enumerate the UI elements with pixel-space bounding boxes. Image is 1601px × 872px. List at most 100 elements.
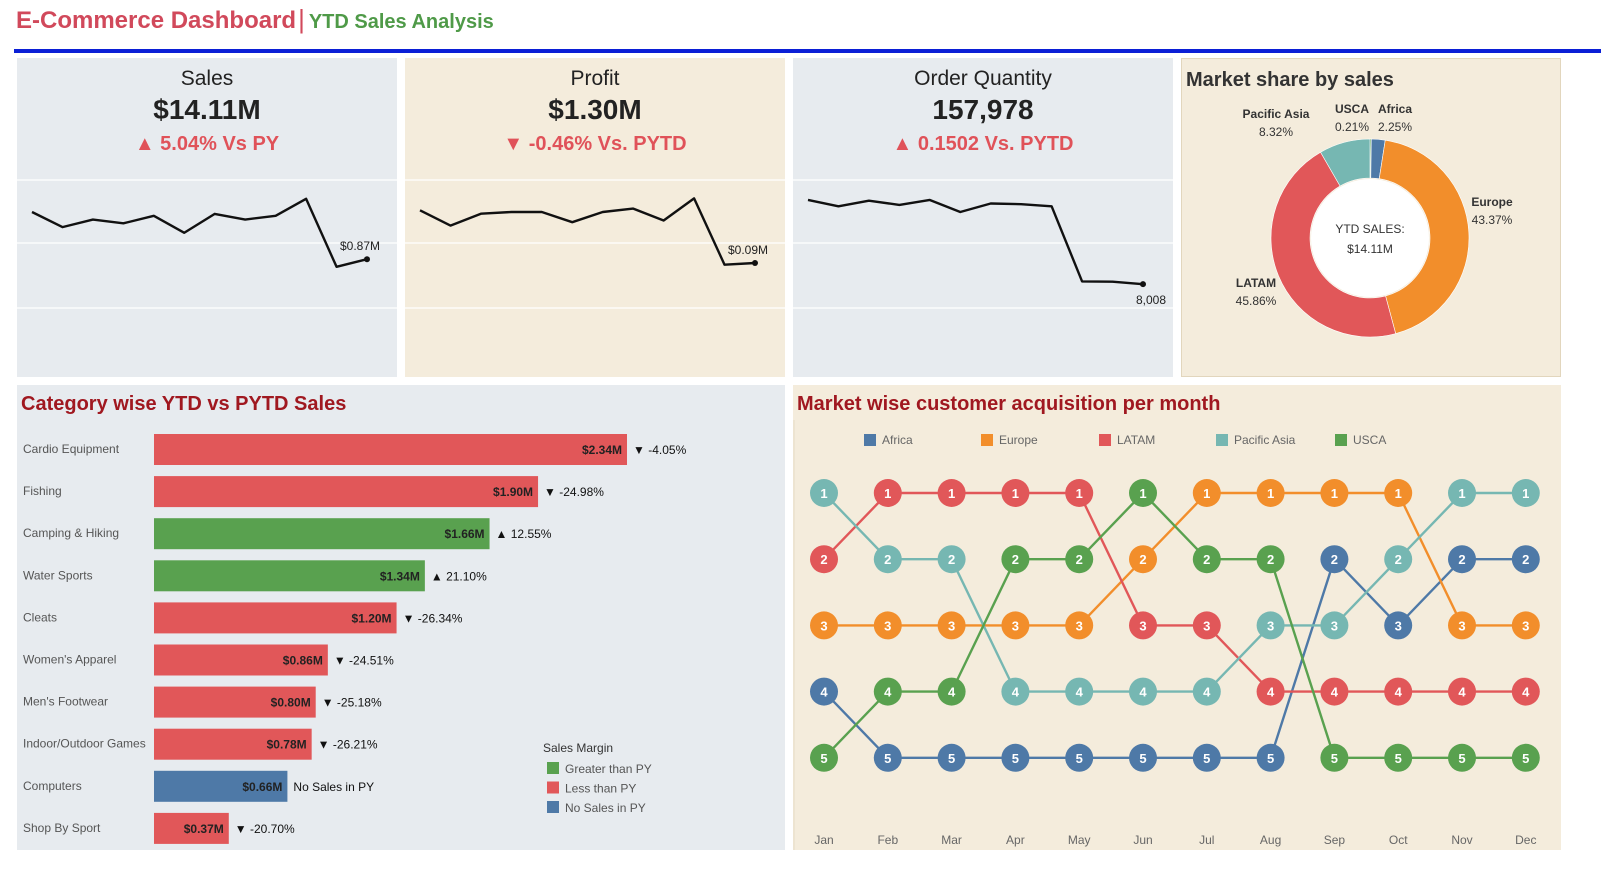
rank-label: 4 xyxy=(1395,685,1403,700)
bar-change-label: ▲ 21.10% xyxy=(431,569,487,583)
donut-label-name: LATAM xyxy=(1236,276,1276,290)
donut-label-name: Africa xyxy=(1378,102,1412,116)
legend-swatch xyxy=(864,434,876,446)
kpi-sales-panel[interactable]: Sales $14.11M ▲ 5.04% Vs PY $0.87M xyxy=(17,58,397,377)
rank-label: 4 xyxy=(1522,685,1530,700)
acquisition-bump-chart[interactable]: Africa Europe LATAM Pacific Asia USCA 4 5 5 5 5 5 5… xyxy=(793,420,1561,850)
sales-sparkline[interactable]: $0.87M xyxy=(17,158,397,377)
x-tick-label: Jul xyxy=(1199,833,1214,847)
rank-label: 2 xyxy=(1331,552,1338,567)
bar-value-label: $0.37M xyxy=(184,822,224,836)
rank-label: 3 xyxy=(1458,618,1465,633)
legend-label: No Sales in PY xyxy=(565,801,646,815)
kpi-orders-panel[interactable]: Order Quantity 157,978 ▲ 0.1502 Vs. PYTD… xyxy=(793,58,1173,377)
rank-label: 5 xyxy=(1267,751,1274,766)
kpi-value: $14.11M xyxy=(153,94,261,125)
rank-label: 4 xyxy=(1012,685,1020,700)
kpi-value: 157,978 xyxy=(932,94,1034,125)
dashboard-subtitle: YTD Sales Analysis xyxy=(308,11,494,33)
legend-label: Europe xyxy=(999,433,1038,447)
bar-value-label: $1.66M xyxy=(445,527,485,541)
dashboard-header: E-Commerce Dashboard | YTD Sales Analysi… xyxy=(16,4,494,44)
rank-label: 5 xyxy=(820,751,827,766)
bar-value-label: $0.78M xyxy=(267,738,307,752)
rank-label: 1 xyxy=(1522,486,1529,501)
acquisition-title: Market wise customer acquisition per mon… xyxy=(797,393,1221,415)
bar-value-label: $1.34M xyxy=(380,569,420,583)
bar-value-label: $2.34M xyxy=(582,443,622,457)
rank-label: 3 xyxy=(1139,618,1146,633)
legend-label: USCA xyxy=(1353,433,1386,447)
kpi-delta: ▼ -0.46% Vs. PYTD xyxy=(503,133,687,155)
title-separator: | xyxy=(298,4,305,34)
market-share-donut[interactable]: YTD SALES: $14.11M Pacific Asia 8.32% USCA 0.… xyxy=(1182,96,1560,376)
bar-change-label: ▼ -24.98% xyxy=(544,485,604,499)
rank-label: 1 xyxy=(1139,486,1146,501)
bar-category-label: Indoor/Outdoor Games xyxy=(23,737,146,751)
rank-label: 4 xyxy=(1203,685,1211,700)
rank-label: 4 xyxy=(948,685,956,700)
legend-swatch xyxy=(1335,434,1347,446)
rank-label: 2 xyxy=(1139,552,1146,567)
rank-label: 3 xyxy=(820,618,827,633)
rank-label: 2 xyxy=(820,552,827,567)
category-bar-chart[interactable]: Cardio Equipment $2.34M ▼ -4.05% Fishing $1.… xyxy=(17,420,785,850)
rank-label: 4 xyxy=(1267,685,1275,700)
sparkline-end-point xyxy=(752,260,758,266)
rank-label: 5 xyxy=(1012,751,1019,766)
bar-category-label: Water Sports xyxy=(23,568,93,582)
bar xyxy=(154,518,490,550)
kpi-delta: ▲ 0.1502 Vs. PYTD xyxy=(892,133,1074,155)
donut-center-value: $14.11M xyxy=(1347,242,1393,256)
kpi-value: $1.30M xyxy=(548,94,642,125)
x-tick-label: Mar xyxy=(941,833,962,847)
rank-label: 3 xyxy=(1012,618,1019,633)
rank-label: 2 xyxy=(884,552,891,567)
bar-value-label: $1.20M xyxy=(352,611,392,625)
kpi-title: Order Quantity xyxy=(914,67,1052,90)
rank-label: 5 xyxy=(1203,751,1210,766)
sparkline-end-point xyxy=(364,256,370,263)
rank-label: 2 xyxy=(1076,552,1083,567)
x-tick-label: Nov xyxy=(1451,833,1472,847)
x-tick-label: May xyxy=(1068,833,1091,847)
bar-value-label: $0.86M xyxy=(283,654,323,668)
bar-category-label: Men's Footwear xyxy=(23,695,108,709)
legend-swatch xyxy=(547,781,559,794)
rank-label: 5 xyxy=(1139,751,1146,766)
rank-label: 4 xyxy=(1331,685,1339,700)
legend-swatch xyxy=(981,434,993,446)
rank-label: 4 xyxy=(1076,685,1084,700)
kpi-delta: ▲ 5.04% Vs PY xyxy=(134,133,280,155)
x-tick-label: Feb xyxy=(877,833,898,847)
market-share-title: Market share by sales xyxy=(1186,69,1394,91)
sparkline-end-point xyxy=(1140,281,1146,288)
kpi-profit-panel[interactable]: Profit $1.30M ▼ -0.46% Vs. PYTD $0.09M xyxy=(405,58,785,377)
rank-label: 5 xyxy=(1395,751,1402,766)
legend-label: Pacific Asia xyxy=(1234,433,1296,447)
series-line xyxy=(823,491,1526,693)
rank-label: 2 xyxy=(1203,552,1210,567)
donut-label-name: USCA xyxy=(1335,102,1369,116)
bar-value-label: $0.66M xyxy=(242,780,282,794)
rank-label: 3 xyxy=(1395,618,1402,633)
dashboard-title: E-Commerce Dashboard xyxy=(16,7,297,34)
market-share-panel: Market share by sales YTD SALES: $14.11M P… xyxy=(1181,58,1561,377)
bar-category-label: Cleats xyxy=(23,610,57,624)
bar-change-label: ▼ -26.21% xyxy=(318,738,378,752)
rank-label: 5 xyxy=(948,751,955,766)
bar-category-label: Shop By Sport xyxy=(23,821,101,835)
x-tick-label: Jun xyxy=(1133,833,1152,847)
rank-label: 5 xyxy=(1458,751,1465,766)
legend-label: Greater than PY xyxy=(565,762,652,776)
profit-sparkline[interactable]: $0.09M xyxy=(405,158,785,377)
legend-label: Less than PY xyxy=(565,782,636,796)
category-panel: Category wise YTD vs PYTD Sales Cardio E… xyxy=(17,385,785,850)
sparkline-line xyxy=(419,197,756,266)
donut-label-pct: 2.25% xyxy=(1378,120,1412,134)
orders-sparkline[interactable]: 8,008 xyxy=(793,158,1173,377)
donut-label-pct: 45.86% xyxy=(1236,294,1277,308)
donut-center-label: YTD SALES: xyxy=(1335,222,1404,236)
bar-category-label: Fishing xyxy=(23,484,62,498)
rank-label: 3 xyxy=(1522,618,1529,633)
